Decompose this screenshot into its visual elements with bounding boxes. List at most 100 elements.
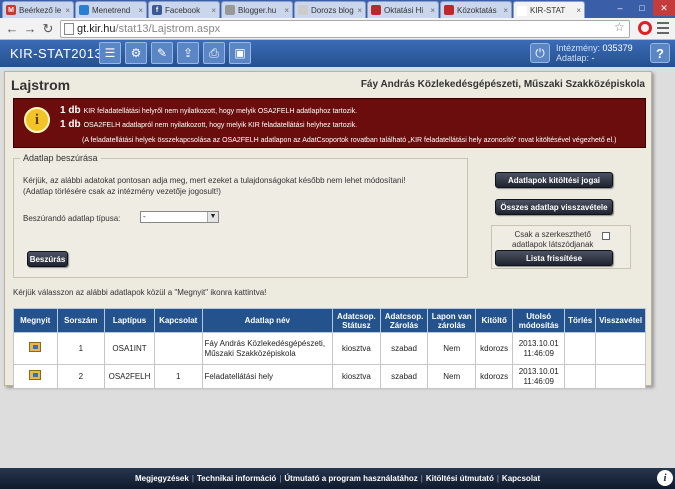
settings-icon[interactable]: ⚙ <box>125 42 147 64</box>
alert-line-1: 1 db KIR feladatellátási helyről nem nyil… <box>60 105 358 116</box>
favicon-icon: f <box>152 5 162 15</box>
close-tab-icon[interactable]: × <box>354 6 362 15</box>
rights-button[interactable]: Adatlapok kitöltési jogai <box>495 172 613 188</box>
insert-button[interactable]: Beszúrás <box>27 251 68 267</box>
footer-link-notes[interactable]: Megjegyzések <box>135 474 189 483</box>
edit-icon[interactable]: ✎ <box>151 42 173 64</box>
select-hint: Kérjük válasszon az alábbi adatlapok köz… <box>13 288 267 297</box>
app-header: KIR-STAT2013 ☰ ⚙ ✎ ⇪ ⎙ ▣ ⏻ Intézmény: 03… <box>0 40 675 67</box>
warning-alert: i 1 db KIR feladatellátási helyről nem ny… <box>13 98 646 148</box>
tab-label: Beérkező le <box>19 5 62 15</box>
open-cell <box>13 364 58 389</box>
print-icon[interactable]: ⎙ <box>203 42 225 64</box>
col-header: Kapcsolat <box>153 308 203 333</box>
browser-tab[interactable]: KIR-STAT × <box>513 1 585 19</box>
package-icon[interactable]: ▣ <box>229 42 251 64</box>
col-header: Megnyit <box>13 308 58 333</box>
type-label: Beszúrandó adatlap típusa: <box>23 214 121 223</box>
opera-icon[interactable] <box>638 21 652 35</box>
info-icon[interactable]: i <box>657 470 673 486</box>
refresh-list-button[interactable]: Lista frissítése <box>495 250 613 266</box>
cell-delete <box>564 364 597 389</box>
browser-tab[interactable]: f Facebook × <box>148 1 220 18</box>
close-tab-icon[interactable]: × <box>135 6 143 15</box>
editable-only-checkbox[interactable] <box>602 232 610 240</box>
minimize-icon[interactable]: – <box>609 0 631 16</box>
browser-tab-strip: M Beérkező le × Menetrend × f Facebook × Blogger… <box>0 0 675 19</box>
footer-link-technical[interactable]: Technikai információ <box>197 474 276 483</box>
help-icon[interactable]: ? <box>650 43 670 63</box>
cell-modified: 2013.10.01 11:46:09 <box>512 332 566 365</box>
forward-icon[interactable]: → <box>22 21 38 37</box>
app-title: KIR-STAT2013 <box>10 46 103 61</box>
table-header-row: Megnyit Sorszám Laptípus Kapcsolat Adatl… <box>13 308 646 333</box>
col-header: Sorszám <box>56 308 106 333</box>
browser-menu-icon[interactable] <box>657 22 669 37</box>
browser-tab[interactable]: Dorozs blog × <box>294 1 366 18</box>
favicon-icon <box>298 5 308 15</box>
url-field[interactable]: gt.kir.hu/stat13/Lajstrom.aspx <box>60 20 630 38</box>
list-icon[interactable]: ☰ <box>99 42 121 64</box>
cell-pagelock: Nem <box>427 332 477 365</box>
school-name: Fáy András Közlekedésgépészeti, Műszaki … <box>360 79 645 90</box>
chevron-down-icon: ▼ <box>207 212 218 222</box>
cell-name: Fáy András Közlekedésgépészeti, Műszaki … <box>201 332 334 365</box>
cell-modified: 2013.10.01 11:46:09 <box>512 364 566 389</box>
cell-lock: szabad <box>379 332 429 365</box>
insert-instructions: Kérjük, az alábbi adatokat pontosan adja… <box>23 176 406 196</box>
cell-num: 1 <box>56 332 106 365</box>
cell-status: kiosztva <box>332 332 381 365</box>
col-header: Adatcsop. Zárolás <box>379 308 429 333</box>
footer-link-fill-guide[interactable]: Kitöltési útmutató <box>426 474 494 483</box>
cell-pagelock: Nem <box>427 364 477 389</box>
cell-type: OSA1INT <box>104 332 155 365</box>
close-tab-icon[interactable]: × <box>500 6 508 15</box>
col-header: Kitöltő <box>475 308 514 333</box>
cell-link: 1 <box>153 364 203 389</box>
alert-line-3: (A feladatellátási helyek összekapcsolás… <box>82 137 617 144</box>
close-window-icon[interactable]: ✕ <box>653 0 675 16</box>
institution-info: Intézmény: 035379 Adatlap: - <box>556 43 633 63</box>
tab-label: KIR-STAT <box>530 6 566 15</box>
back-icon[interactable]: ← <box>4 21 20 37</box>
open-folder-icon[interactable] <box>29 370 42 380</box>
tab-label: Oktatási Hi <box>384 5 424 15</box>
col-header: Laptípus <box>104 308 155 333</box>
info-icon: i <box>24 107 50 133</box>
close-tab-icon[interactable]: × <box>281 6 289 15</box>
close-tab-icon[interactable]: × <box>208 6 216 15</box>
favicon-icon <box>517 5 527 16</box>
open-folder-icon[interactable] <box>29 342 42 352</box>
tab-label: Közoktatás <box>457 5 497 15</box>
page-icon <box>64 23 74 35</box>
col-header: Adatcsop. Státusz <box>332 308 381 333</box>
reload-icon[interactable]: ↻ <box>40 21 56 37</box>
browser-tab[interactable]: M Beérkező le × <box>2 1 74 18</box>
footer-link-contact[interactable]: Kapcsolat <box>502 474 540 483</box>
upload-icon[interactable]: ⇪ <box>177 42 199 64</box>
close-tab-icon[interactable]: × <box>62 6 70 15</box>
cell-lock: szabad <box>379 364 429 389</box>
browser-tab[interactable]: Menetrend × <box>75 1 147 18</box>
browser-tab[interactable]: Közoktatás × <box>440 1 512 18</box>
close-tab-icon[interactable]: × <box>427 6 435 15</box>
logout-power-icon[interactable]: ⏻ <box>530 43 550 63</box>
type-select[interactable]: - ▼ <box>140 211 219 223</box>
table-row: 2 OSA2FELH 1 Feladatellátási hely kioszt… <box>13 364 646 389</box>
favicon-icon <box>79 5 89 15</box>
col-header: Visszavétel <box>595 308 646 333</box>
close-tab-icon[interactable]: × <box>573 6 581 15</box>
favicon-icon <box>225 5 235 15</box>
url-host: gt.kir.hu <box>77 23 116 35</box>
bookmark-star-icon[interactable]: ☆ <box>614 20 625 34</box>
tab-label: Blogger.hu <box>238 5 277 15</box>
col-header: Lapon van zárolás <box>427 308 477 333</box>
revoke-all-button[interactable]: Összes adatlap visszavétele <box>495 199 613 215</box>
footer-links: Megjegyzések | Technikai információ | Útmuta… <box>135 474 541 483</box>
maximize-icon[interactable]: □ <box>631 0 653 16</box>
browser-tab[interactable]: Blogger.hu × <box>221 1 293 18</box>
tab-label: Dorozs blog <box>311 5 354 15</box>
footer-link-guide[interactable]: Útmutató a program használatához <box>284 474 417 483</box>
cell-link <box>153 332 203 365</box>
browser-tab[interactable]: Oktatási Hi × <box>367 1 439 18</box>
